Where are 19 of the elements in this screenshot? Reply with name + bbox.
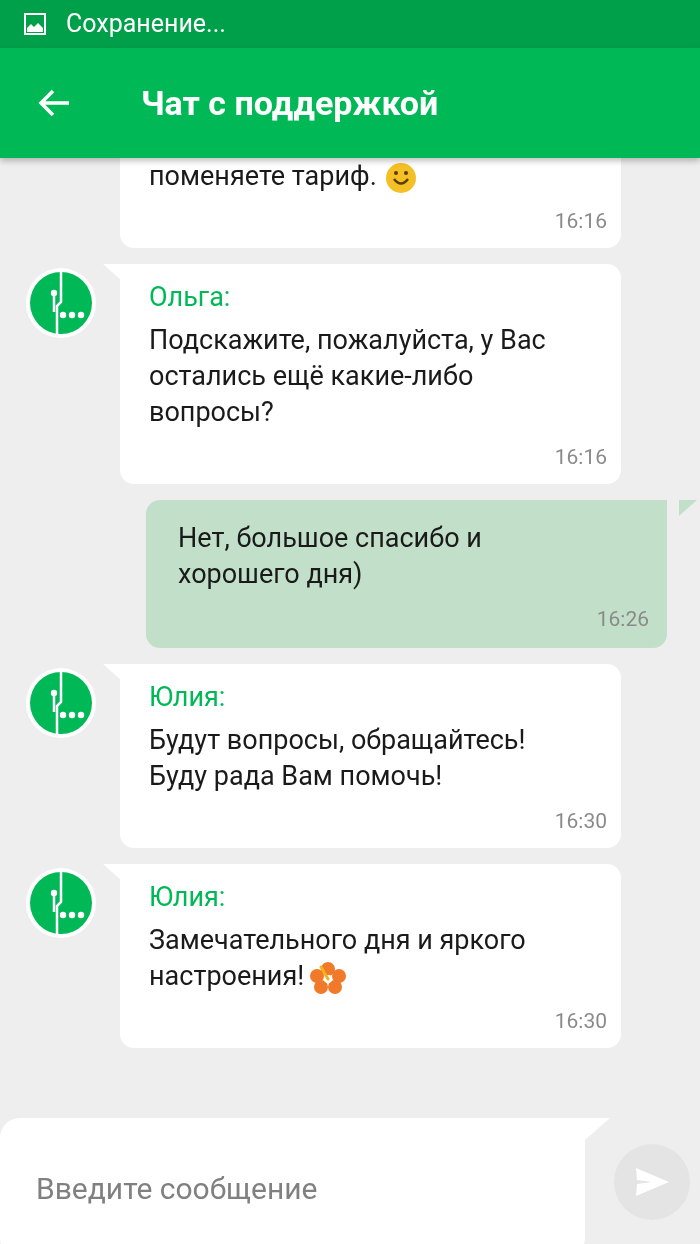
message-time: 16:30 [554, 1008, 607, 1034]
message-text: Будут вопросы, обращайтесь! Буду рада Вам помочь! [149, 723, 527, 794]
message-time: 16:16 [554, 444, 607, 470]
chat-title: Чат с поддержкой [141, 81, 439, 125]
message-text: поменяете тариф. [149, 158, 607, 194]
send-icon [634, 1166, 670, 1198]
message-input[interactable]: Введите сообщение [0, 1118, 585, 1244]
image-icon [24, 13, 46, 35]
status-text: Сохранение... [66, 8, 226, 41]
sender-name: Юлия: [149, 880, 227, 915]
message-text: Нет, большое спасибо и хорошего дня) [178, 521, 483, 592]
message-time: 16:16 [554, 208, 607, 234]
back-icon [37, 88, 71, 118]
sender-name: Юлия: [149, 680, 227, 715]
message-time: 16:26 [596, 606, 649, 632]
message-time: 16:30 [554, 808, 607, 834]
sender-name: Ольга: [149, 280, 232, 315]
message-text: Подскажите, пожалуйста, у Вас остались ещё какие-либо вопросы? [149, 323, 547, 430]
message-text: Замечательного дня и яркого настроения! [149, 923, 527, 994]
